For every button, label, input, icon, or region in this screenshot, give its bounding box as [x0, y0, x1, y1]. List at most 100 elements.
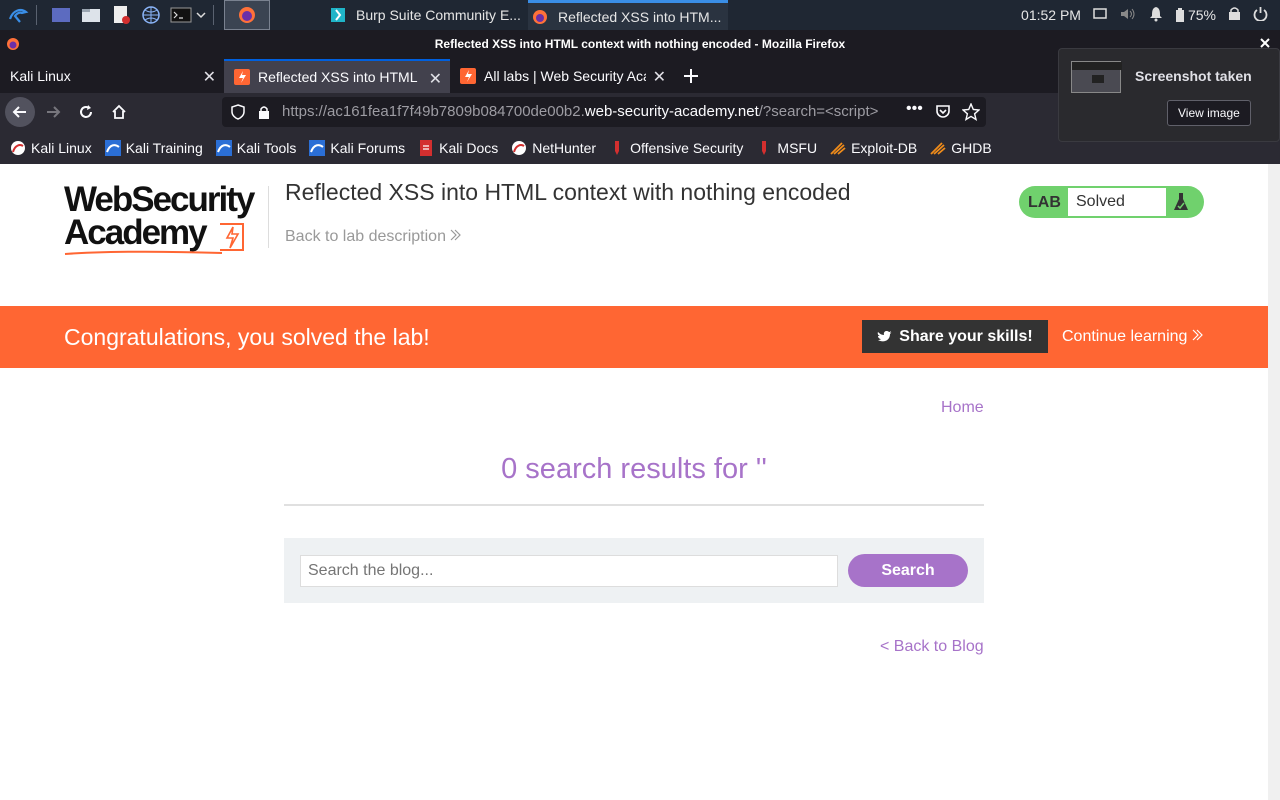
- taskbar-separator: [213, 5, 214, 25]
- view-image-button[interactable]: View image: [1167, 100, 1251, 126]
- search-form: Search: [284, 538, 984, 603]
- file-manager-icon[interactable]: [79, 4, 103, 26]
- close-icon[interactable]: ✕: [653, 67, 666, 87]
- url-text[interactable]: https://ac161fea1f7f49b7809b084700de00b2…: [282, 97, 898, 127]
- search-results-heading: 0 search results for '': [501, 453, 767, 485]
- more-actions-icon[interactable]: •••: [906, 100, 923, 118]
- congratulations-message: Congratulations, you solved the lab!: [64, 324, 430, 350]
- bookmark-msfu[interactable]: MSFU: [756, 140, 817, 156]
- firefox-icon: [239, 7, 255, 23]
- battery-indicator[interactable]: 75%: [1175, 7, 1216, 23]
- reload-button[interactable]: [71, 97, 101, 127]
- continue-learning-link[interactable]: Continue learning: [1062, 328, 1204, 346]
- task-label: Reflected XSS into HTM...: [558, 8, 722, 25]
- bookmark-label: Exploit-DB: [851, 139, 918, 156]
- window-title: Reflected XSS into HTML context with not…: [434, 37, 846, 51]
- search-button[interactable]: Search: [848, 554, 968, 587]
- header-divider: [268, 186, 269, 248]
- search-input[interactable]: [300, 555, 838, 587]
- link-label: Back to lab description: [285, 228, 446, 245]
- url-suffix: /?search=<script>: [758, 103, 879, 120]
- close-icon[interactable]: ✕: [203, 67, 216, 87]
- task-firefox-window[interactable]: Reflected XSS into HTM...: [528, 0, 728, 30]
- new-tab-button[interactable]: [674, 59, 708, 93]
- bookmark-kali-tools[interactable]: Kali Tools: [215, 139, 296, 156]
- bookmark-kali-forums[interactable]: Kali Forums: [309, 139, 406, 156]
- arrow-left-icon: [12, 106, 26, 118]
- chevron-down-icon[interactable]: [195, 4, 207, 26]
- star-icon[interactable]: [962, 103, 980, 121]
- web-security-academy-logo[interactable]: WebSecurity Academy: [64, 182, 269, 256]
- lock-icon[interactable]: [1228, 6, 1241, 24]
- tab-all-labs[interactable]: All labs | Web Security Academy ✕: [450, 59, 674, 93]
- arrow-right-icon: [47, 106, 61, 118]
- home-link[interactable]: Home: [941, 399, 984, 417]
- bookmark-offensive-security[interactable]: Offensive Security: [609, 140, 743, 156]
- bookmark-label: Kali Linux: [31, 139, 92, 156]
- share-skills-button[interactable]: Share your skills!: [862, 320, 1048, 353]
- kali-training-icon: [104, 139, 121, 156]
- ghdb-icon: [930, 141, 946, 155]
- scrollbar[interactable]: [1268, 164, 1280, 800]
- back-to-lab-description-link[interactable]: Back to lab description: [285, 228, 462, 246]
- workspace-firefox[interactable]: [224, 0, 270, 30]
- tab-kali-linux[interactable]: Kali Linux ✕: [0, 59, 224, 93]
- msfu-icon: [762, 140, 767, 155]
- firefox-icon: [533, 9, 547, 24]
- bookmark-kali-training[interactable]: Kali Training: [104, 139, 203, 156]
- pocket-icon[interactable]: [935, 104, 951, 120]
- forward-button[interactable]: [38, 97, 68, 127]
- bookmark-ghdb[interactable]: GHDB: [930, 139, 992, 156]
- share-button-label: Share your skills!: [899, 327, 1033, 345]
- lock-icon[interactable]: [258, 105, 270, 119]
- bookmark-nethunter[interactable]: NetHunter: [511, 140, 596, 156]
- back-to-blog-link[interactable]: < Back to Blog: [880, 638, 984, 656]
- bookmark-label: GHDB: [951, 139, 992, 156]
- volume-icon[interactable]: [1119, 7, 1137, 24]
- bookmark-label: Kali Forums: [330, 139, 406, 156]
- twitter-icon: [878, 330, 893, 341]
- bookmark-exploit-db[interactable]: Exploit-DB: [830, 140, 917, 156]
- double-chevron-right-icon: [1192, 329, 1203, 341]
- screenshot-notification: Screenshot taken View image: [1058, 48, 1280, 142]
- close-icon[interactable]: ✕: [429, 69, 442, 89]
- taskbar-separator: [36, 5, 37, 25]
- flask-icon: [1174, 193, 1188, 210]
- screenshot-thumbnail[interactable]: [1071, 61, 1122, 93]
- plus-icon: [684, 69, 698, 83]
- lightning-bolt-icon: [220, 223, 244, 251]
- bookmark-label: MSFU: [777, 139, 818, 156]
- bookmark-kali-docs[interactable]: Kali Docs: [418, 139, 498, 156]
- kali-docs-icon: [420, 139, 433, 156]
- display-icon[interactable]: [1093, 7, 1107, 23]
- link-label: Continue learning: [1062, 328, 1188, 345]
- desktop-icon[interactable]: [49, 4, 73, 26]
- lab-title: Reflected XSS into HTML context with not…: [285, 179, 851, 205]
- system-tray: 01:52 PM 75%: [1021, 0, 1280, 30]
- notification-title: Screenshot taken: [1135, 68, 1252, 84]
- tab-label: Reflected XSS into HTML context with not…: [258, 69, 420, 85]
- text-editor-icon[interactable]: [109, 4, 133, 26]
- tab-reflected-xss[interactable]: Reflected XSS into HTML context with not…: [224, 59, 450, 93]
- clock[interactable]: 01:52 PM: [1021, 7, 1081, 23]
- web-browser-icon[interactable]: [139, 4, 163, 26]
- exploit-db-icon: [830, 141, 846, 155]
- home-button[interactable]: [104, 97, 134, 127]
- task-burp-suite[interactable]: Burp Suite Community E...: [330, 0, 526, 30]
- lab-status: Solved: [1068, 188, 1166, 216]
- terminal-icon[interactable]: [169, 4, 193, 26]
- bookmark-kali-linux[interactable]: Kali Linux: [10, 140, 92, 156]
- url-domain: web-security-academy.net: [584, 103, 759, 120]
- task-label: Burp Suite Community E...: [356, 7, 521, 23]
- url-bar[interactable]: https://ac161fea1f7f49b7809b084700de00b2…: [222, 97, 986, 127]
- shield-icon[interactable]: [231, 104, 245, 120]
- battery-level: 75%: [1187, 7, 1216, 23]
- logo-underline: [64, 250, 223, 255]
- offensive-security-icon: [615, 140, 620, 155]
- power-icon[interactable]: [1253, 6, 1268, 24]
- back-button[interactable]: [5, 97, 35, 127]
- kali-forums-icon: [309, 139, 326, 156]
- kali-menu-icon[interactable]: [6, 4, 30, 26]
- kali-dragon-icon: [11, 140, 25, 155]
- notification-bell-icon[interactable]: [1149, 6, 1163, 25]
